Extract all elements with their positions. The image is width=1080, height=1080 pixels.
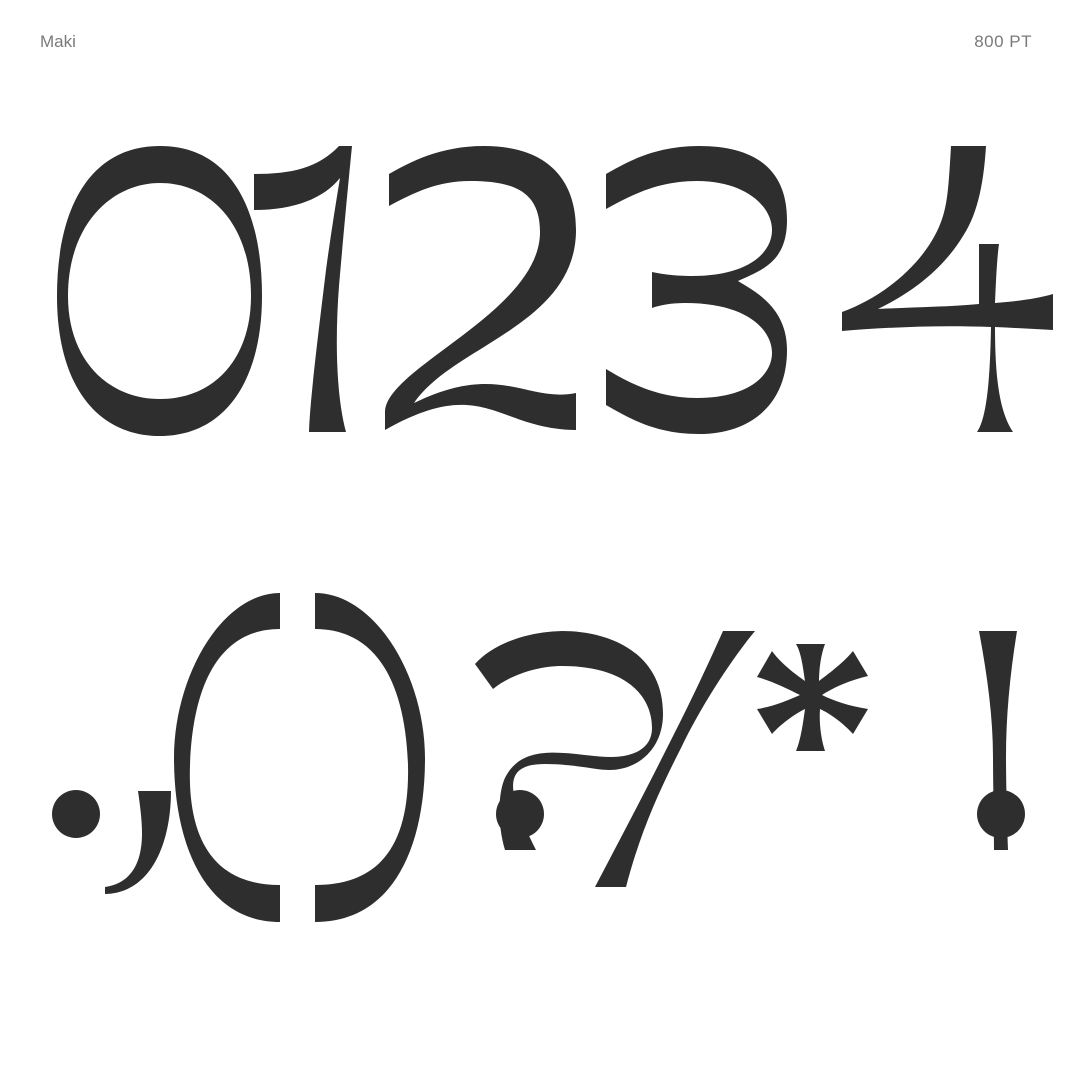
glyph-right-parenthesis <box>315 593 425 922</box>
glyph-three <box>606 146 787 434</box>
glyph-zero <box>57 146 262 436</box>
glyph-specimen <box>52 146 1053 922</box>
glyph-one <box>254 146 352 432</box>
specimen-page: Maki 800 PT <box>0 0 1080 1080</box>
glyph-exclamation-mark <box>977 631 1025 850</box>
glyph-period <box>52 790 100 838</box>
glyph-four <box>842 146 1053 432</box>
glyph-two <box>385 146 576 430</box>
glyph-asterisk <box>757 644 868 751</box>
